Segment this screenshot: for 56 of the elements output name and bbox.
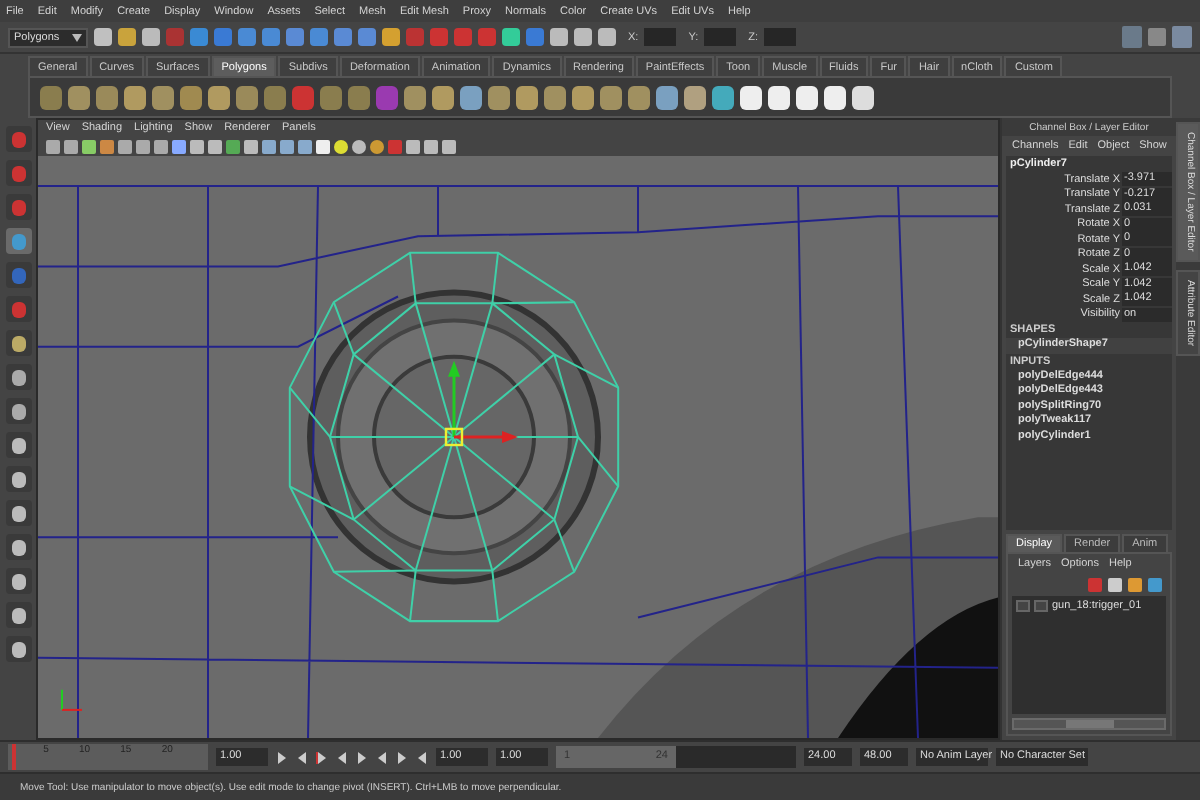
tool-button[interactable] bbox=[5, 602, 31, 628]
tool-icon bbox=[11, 539, 25, 555]
shelf-tool-icon[interactable] bbox=[852, 85, 874, 109]
tool-button[interactable] bbox=[5, 330, 31, 356]
tool-icon bbox=[11, 607, 25, 623]
tool-button[interactable] bbox=[5, 228, 31, 254]
shelf-tool-icon[interactable] bbox=[740, 85, 762, 109]
shelf-tool-icon[interactable] bbox=[516, 85, 538, 109]
tool-icon bbox=[11, 301, 25, 317]
tool-icon bbox=[11, 199, 25, 215]
caret-icon bbox=[72, 33, 82, 41]
shelf-tool-icon[interactable] bbox=[656, 85, 678, 109]
shelf-tool-icon[interactable] bbox=[796, 85, 818, 109]
tool-button[interactable] bbox=[5, 534, 31, 560]
tool-button[interactable] bbox=[5, 432, 31, 458]
playback-icon bbox=[316, 749, 328, 765]
shelf-tool-icon[interactable] bbox=[572, 85, 594, 109]
tool-icon bbox=[11, 641, 25, 657]
shelf-tool-icon[interactable] bbox=[124, 85, 146, 109]
coordinate-field[interactable] bbox=[704, 28, 737, 46]
shelf-tool-icon[interactable] bbox=[432, 85, 454, 109]
tool-icon bbox=[11, 165, 25, 181]
shelf-tool-icon[interactable] bbox=[684, 85, 706, 109]
tool-button[interactable] bbox=[5, 636, 31, 662]
coordinate-field[interactable] bbox=[764, 28, 796, 46]
move-manipulator-icon[interactable] bbox=[444, 360, 518, 447]
playback-button[interactable] bbox=[316, 749, 328, 765]
panel-toggle-icon[interactable] bbox=[1148, 28, 1166, 46]
tool-button[interactable] bbox=[5, 500, 31, 526]
tool-icon bbox=[11, 369, 25, 385]
tool-icon bbox=[11, 131, 25, 147]
shelf-tool-icon[interactable] bbox=[208, 85, 230, 109]
tool-icon bbox=[11, 471, 25, 487]
tool-icon bbox=[11, 403, 25, 419]
tool-icon bbox=[11, 437, 25, 453]
tool-icon bbox=[11, 267, 25, 283]
tool-icon bbox=[11, 573, 25, 589]
axis-icon bbox=[61, 688, 83, 711]
panel-toggle-icon[interactable] bbox=[1172, 26, 1192, 48]
tool-button[interactable] bbox=[5, 364, 31, 390]
tool-icon bbox=[11, 233, 25, 249]
panel-toggle-icon[interactable] bbox=[1122, 26, 1142, 48]
tool-icon bbox=[11, 505, 25, 521]
horizontal-scrollbar[interactable] bbox=[1012, 718, 1166, 730]
shelf-tool-icon[interactable] bbox=[824, 85, 846, 109]
shelf-tool-icon[interactable] bbox=[768, 85, 790, 109]
current-frame-marker[interactable] bbox=[12, 744, 16, 770]
coordinate-field[interactable] bbox=[644, 28, 677, 46]
tool-icon bbox=[11, 335, 25, 351]
playback-toggle[interactable] bbox=[1034, 600, 1048, 612]
tool-button[interactable] bbox=[5, 568, 31, 594]
tool-button[interactable] bbox=[5, 466, 31, 492]
shelf-tool-icon[interactable] bbox=[460, 85, 482, 109]
visibility-toggle[interactable] bbox=[1016, 600, 1030, 612]
tool-button[interactable] bbox=[5, 398, 31, 424]
shelf-tool-icon[interactable] bbox=[712, 85, 734, 109]
